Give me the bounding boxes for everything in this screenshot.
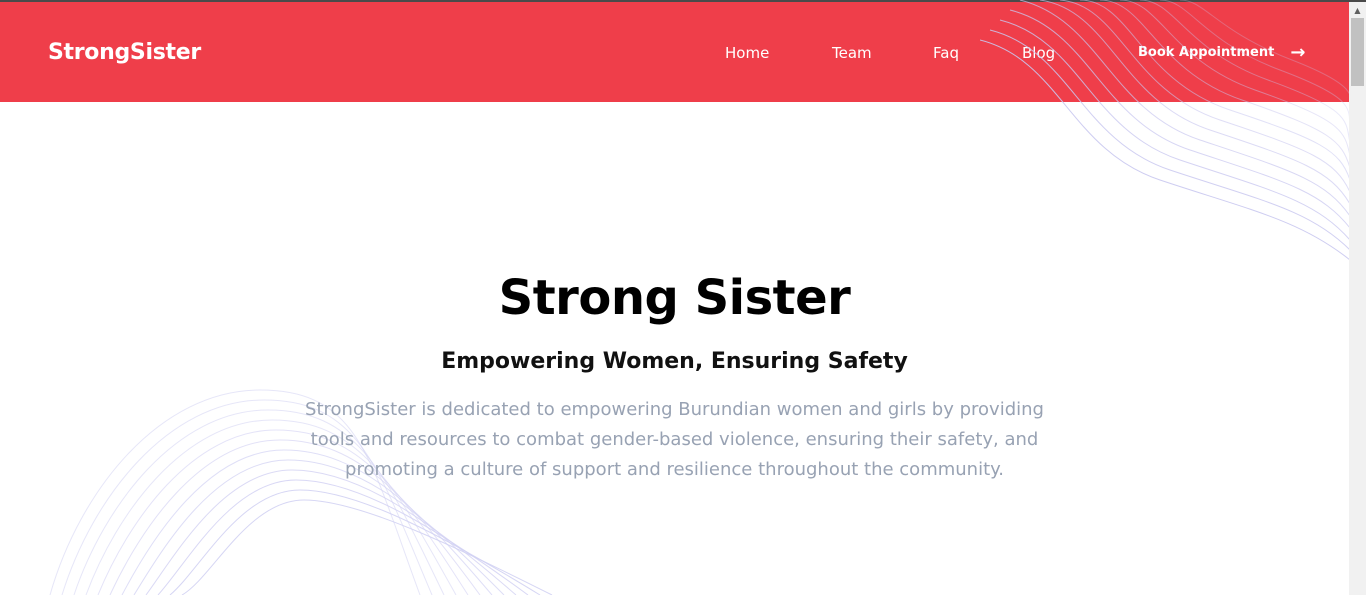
nav-team-link[interactable]: Team <box>832 44 872 62</box>
hero-description: StrongSister is dedicated to empowering … <box>305 399 1044 480</box>
brand-logo[interactable]: StrongSister <box>48 40 201 65</box>
arrow-right-icon: → <box>1290 41 1306 63</box>
nav-blog-link[interactable]: Blog <box>1022 44 1055 62</box>
hero-title: Strong Sister <box>498 270 851 326</box>
nav-faq-link[interactable]: Faq <box>933 44 959 62</box>
nav-home-link[interactable]: Home <box>725 44 769 62</box>
hero-subtitle: Empowering Women, Ensuring Safety <box>441 349 908 374</box>
hero-section: Strong Sister Empowering Women, Ensuring… <box>0 102 1349 595</box>
scroll-thumb[interactable] <box>1351 18 1364 86</box>
book-appointment-button[interactable]: Book Appointment → <box>1138 41 1306 63</box>
book-appointment-label: Book Appointment <box>1138 45 1275 60</box>
navbar: StrongSister Home Team Faq Blog Book App… <box>0 2 1349 102</box>
scroll-up-arrow-icon[interactable]: ▲ <box>1349 2 1366 18</box>
vertical-scrollbar[interactable]: ▲ <box>1349 2 1366 595</box>
